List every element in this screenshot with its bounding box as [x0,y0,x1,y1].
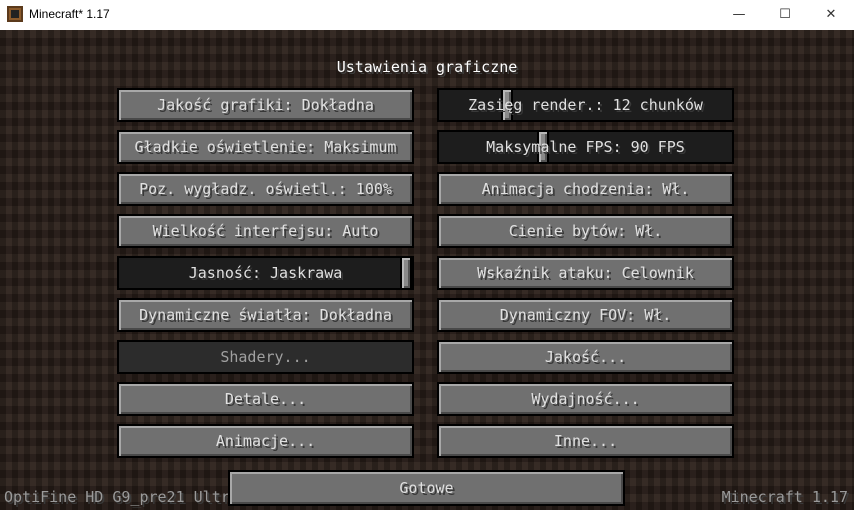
dynamic-fov-button[interactable]: Dynamiczny FOV: Wł. [437,298,734,332]
render-distance-slider[interactable]: Zasięg render.: 12 chunków [437,88,734,122]
view-bobbing-button[interactable]: Animacja chodzenia: Wł. [437,172,734,206]
quality-button[interactable]: Jakość... [437,340,734,374]
entity-shadows-button[interactable]: Cienie bytów: Wł. [437,214,734,248]
close-button[interactable]: ✕ [808,0,854,30]
render-distance-slider-label: Zasięg render.: 12 chunków [468,96,703,114]
brightness-slider-label: Jasność: Jaskrawa [188,264,343,282]
screen-title: Ustawienia graficzne [336,58,518,76]
optifine-version-label: OptiFine HD G9_pre21 Ultra [4,488,239,506]
shaders-button: Shadery... [117,340,414,374]
other-button[interactable]: Inne... [437,424,734,458]
max-fps-slider[interactable]: Maksymalne FPS: 90 FPS [437,130,734,164]
minecraft-version-label: Minecraft 1.17 [721,488,848,506]
smooth-lighting-button[interactable]: Gładkie oświetlenie: Maksimum [117,130,414,164]
performance-button[interactable]: Wydajność... [437,382,734,416]
attack-indicator-button[interactable]: Wskaźnik ataku: Celownik [437,256,734,290]
gui-scale-button[interactable]: Wielkość interfejsu: Auto [117,214,414,248]
animations-button[interactable]: Animacje... [117,424,414,458]
window-title: Minecraft* 1.17 [29,7,110,21]
graphics-quality-button[interactable]: Jakość grafiki: Dokładna [117,88,414,122]
max-fps-slider-label: Maksymalne FPS: 90 FPS [486,138,685,156]
smooth-lighting-level-button[interactable]: Poz. wygładz. oświetl.: 100% [117,172,414,206]
brightness-slider[interactable]: Jasność: Jaskrawa [117,256,414,290]
game-viewport: Ustawienia graficzne Jakość grafiki: Dok… [0,30,854,510]
dynamic-lights-button[interactable]: Dynamiczne światła: Dokładna [117,298,414,332]
minecraft-app-icon [7,6,23,22]
maximize-button[interactable]: ☐ [762,0,808,30]
minimize-button[interactable]: — [716,0,762,30]
window-titlebar: Minecraft* 1.17 — ☐ ✕ [0,0,854,30]
brightness-slider-handle[interactable] [400,258,412,288]
details-button[interactable]: Detale... [117,382,414,416]
done-button[interactable]: Gotowe [228,470,625,506]
